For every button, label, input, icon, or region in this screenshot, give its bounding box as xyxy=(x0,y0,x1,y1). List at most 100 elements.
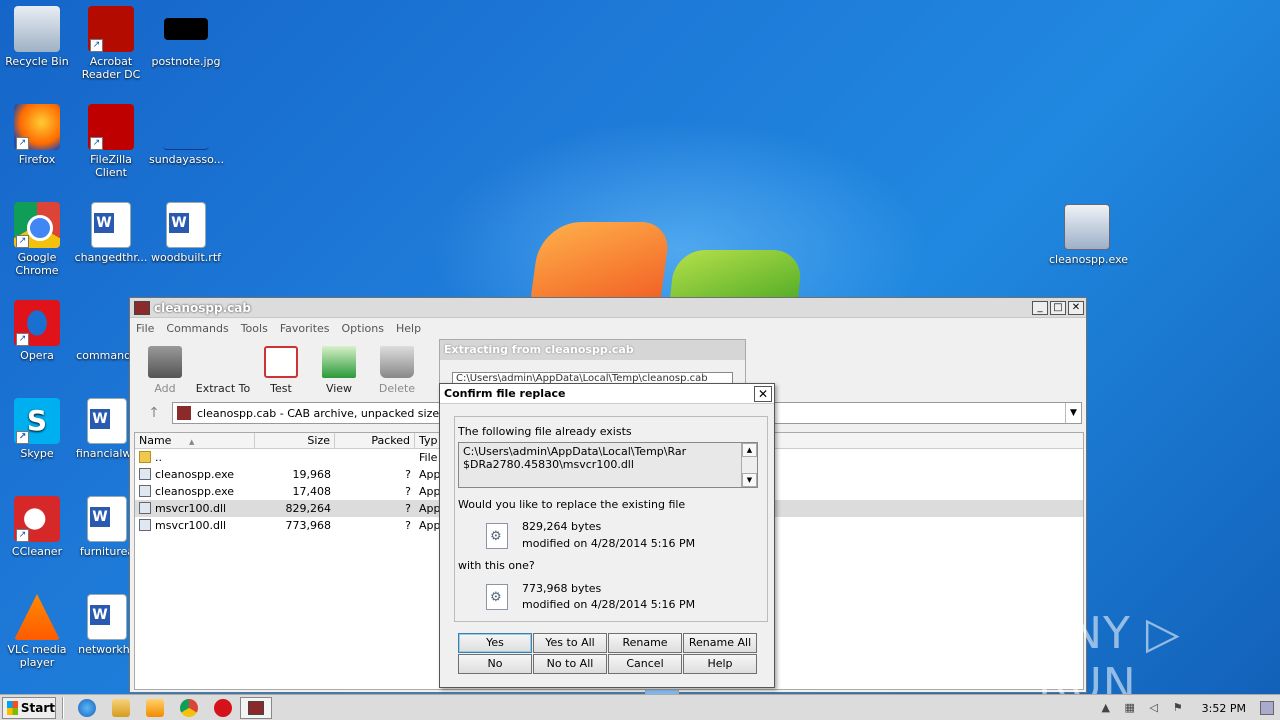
add-button[interactable]: Add xyxy=(136,342,194,398)
winrar-taskbar-button[interactable] xyxy=(240,696,272,719)
recycle-bin-icon xyxy=(14,6,60,52)
volume-icon[interactable]: ◁ xyxy=(1147,701,1161,715)
chrome-taskbar-icon[interactable] xyxy=(180,698,198,717)
desktop-icon-vlc[interactable]: VLC media player xyxy=(0,594,74,669)
acrobat-icon: ↗ xyxy=(88,6,134,52)
close-button[interactable]: ✕ xyxy=(1068,300,1084,315)
opera-taskbar-icon[interactable] xyxy=(214,698,232,717)
network-icon[interactable]: ▦ xyxy=(1123,701,1137,715)
menu-bar: File Commands Tools Favorites Options He… xyxy=(130,318,1086,338)
extract-to-button[interactable]: Extract To xyxy=(194,342,679,717)
internet-explorer-icon[interactable] xyxy=(78,698,96,717)
exe-file-icon xyxy=(139,468,151,480)
dll-file-icon xyxy=(139,502,151,514)
winrar-icon xyxy=(134,300,150,315)
column-packed[interactable]: Packed xyxy=(335,433,415,448)
sort-ascending-icon: ▲ xyxy=(188,438,195,446)
action-center-flag-icon[interactable]: ⚑ xyxy=(1171,701,1185,715)
up-folder-button[interactable]: ↑ xyxy=(136,402,172,424)
scroll-up-icon[interactable]: ▲ xyxy=(742,443,757,457)
existing-path-box[interactable]: C:\Users\admin\AppData\Local\Temp\Rar $D… xyxy=(458,442,758,488)
menu-options[interactable]: Options xyxy=(342,322,384,335)
desktop-icon-opera[interactable]: ↗ Opera xyxy=(0,300,74,362)
dialog-close-button[interactable]: ✕ xyxy=(754,385,772,402)
desktop-icon-ccleaner[interactable]: ↗ CCleaner xyxy=(0,496,74,558)
with-label: with this one? xyxy=(458,559,535,572)
window-titlebar[interactable]: cleanospp.cab _ □ ✕ xyxy=(130,298,1086,318)
show-hidden-icons-button[interactable]: ▲ xyxy=(1099,701,1113,715)
column-name[interactable]: Name ▲ xyxy=(135,433,255,448)
menu-help[interactable]: Help xyxy=(396,322,421,335)
add-icon xyxy=(148,346,182,378)
start-button[interactable]: Start xyxy=(2,696,56,719)
file-icon xyxy=(84,300,130,346)
maximize-button[interactable]: □ xyxy=(1050,300,1066,315)
dll-file-icon xyxy=(139,519,151,531)
confirm-replace-dialog: Confirm file replace ✕ The following fil… xyxy=(439,383,775,688)
path-line-2: $DRa2780.45830\msvcr100.dll xyxy=(463,458,634,471)
existing-modified: modified on 4/28/2014 5:16 PM xyxy=(522,537,696,550)
chevron-down-icon[interactable]: ▼ xyxy=(1065,403,1081,423)
help-button[interactable]: Help xyxy=(683,654,757,674)
menu-tools[interactable]: Tools xyxy=(241,322,268,335)
existing-size: 829,264 bytes xyxy=(522,520,602,533)
path-scrollbar[interactable]: ▲ ▼ xyxy=(741,443,757,487)
media-player-icon[interactable] xyxy=(146,698,164,717)
desktop-icon-filezilla[interactable]: ↗ FileZilla Client xyxy=(74,104,148,179)
no-button[interactable]: No xyxy=(458,654,532,674)
desktop-icon-firefox[interactable]: ↗ Firefox xyxy=(0,104,74,166)
word-document-icon xyxy=(87,496,127,542)
skype-icon: S ↗ xyxy=(14,398,60,444)
clock[interactable]: 3:52 PM xyxy=(1202,702,1246,715)
dialog-titlebar[interactable]: Confirm file replace ✕ xyxy=(440,384,774,404)
path-line-1: C:\Users\admin\AppData\Local\Temp\Rar xyxy=(463,445,687,458)
word-document-icon xyxy=(166,202,206,248)
rename-button[interactable]: Rename xyxy=(608,633,682,653)
replace-question: Would you like to replace the existing f… xyxy=(458,498,686,511)
desktop-icon-cleanospp-exe[interactable]: cleanospp.exe xyxy=(1049,204,1128,266)
desktop-icon-woodbuilt[interactable]: woodbuilt.rtf xyxy=(149,202,223,264)
ccleaner-icon: ↗ xyxy=(14,496,60,542)
folder-up-icon xyxy=(139,451,151,463)
archive-icon xyxy=(177,406,191,420)
cancel-button[interactable]: Cancel xyxy=(608,654,682,674)
dialog-title: Confirm file replace xyxy=(444,387,566,400)
desktop-icon-recycle-bin[interactable]: Recycle Bin xyxy=(0,6,74,68)
desktop-icon-sundayasso[interactable]: sundayasso... xyxy=(149,104,224,166)
new-size: 773,968 bytes xyxy=(522,582,602,595)
chrome-icon: ↗ xyxy=(14,202,60,248)
column-size[interactable]: Size xyxy=(255,433,335,448)
test-button[interactable]: Test xyxy=(252,342,310,398)
no-to-all-button[interactable]: No to All xyxy=(533,654,607,674)
vlc-icon xyxy=(14,594,60,640)
show-desktop-button[interactable] xyxy=(1260,701,1274,715)
taskbar-separator xyxy=(62,696,64,719)
view-book-icon xyxy=(322,346,356,378)
scroll-down-icon[interactable]: ▼ xyxy=(742,473,757,487)
yes-button[interactable]: Yes xyxy=(458,633,532,653)
view-button[interactable]: View xyxy=(310,342,368,398)
exists-label: The following file already exists xyxy=(458,425,632,438)
menu-file[interactable]: File xyxy=(136,322,154,335)
opera-icon: ↗ xyxy=(14,300,60,346)
winrar-icon xyxy=(248,700,264,715)
desktop-icon-postnote[interactable]: postnote.jpg xyxy=(149,6,223,68)
menu-commands[interactable]: Commands xyxy=(166,322,228,335)
desktop-icon-changedthr[interactable]: changedthr... xyxy=(74,202,148,264)
file-icon xyxy=(163,104,209,150)
yes-to-all-button[interactable]: Yes to All xyxy=(533,633,607,653)
image-file-icon xyxy=(164,18,208,40)
desktop-icon-chrome[interactable]: ↗ Google Chrome xyxy=(0,202,74,277)
desktop-icon-acrobat[interactable]: ↗ Acrobat Reader DC xyxy=(74,6,148,81)
delete-button[interactable]: Delete xyxy=(368,342,426,398)
desktop-icon-skype[interactable]: S ↗ Skype xyxy=(0,398,74,460)
file-explorer-icon[interactable] xyxy=(112,698,130,717)
rename-all-button[interactable]: Rename All xyxy=(683,633,757,653)
new-modified: modified on 4/28/2014 5:16 PM xyxy=(522,598,696,611)
firefox-icon: ↗ xyxy=(14,104,60,150)
taskbar: Start ▲ ▦ ◁ ⚑ 3:52 PM xyxy=(0,694,1280,720)
existing-file-icon xyxy=(486,523,508,549)
minimize-button[interactable]: _ xyxy=(1032,300,1048,315)
menu-favorites[interactable]: Favorites xyxy=(280,322,330,335)
trash-icon xyxy=(380,346,414,378)
